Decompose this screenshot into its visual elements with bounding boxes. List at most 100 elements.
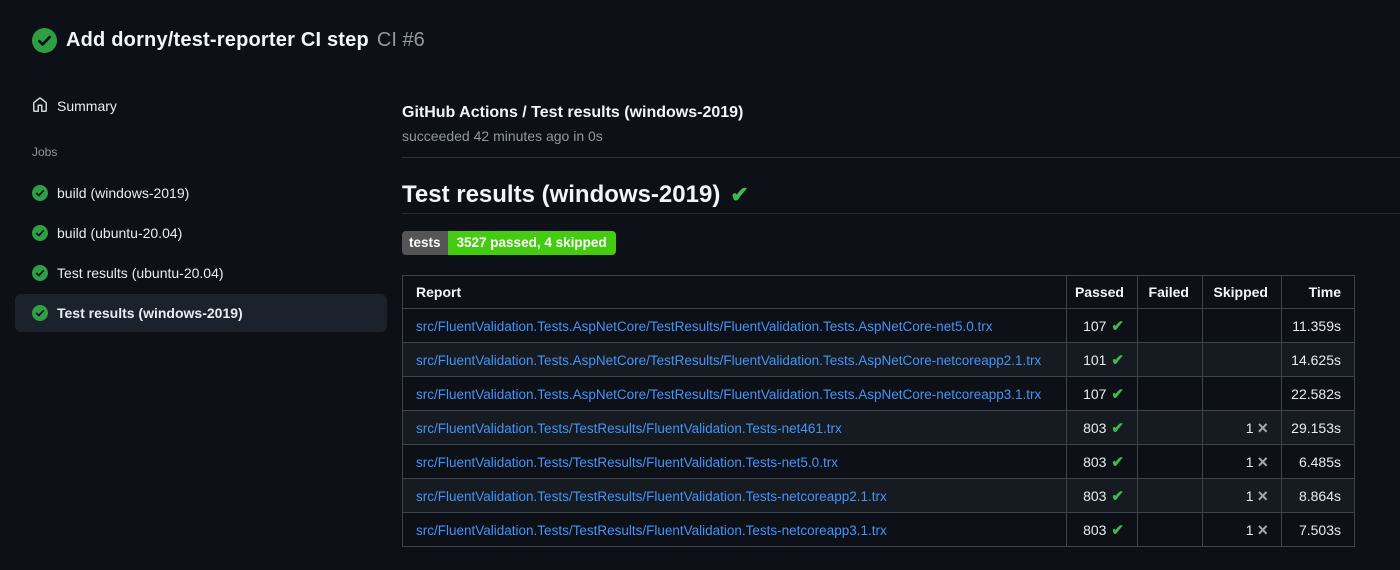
jobs-list: build (windows-2019) build (ubuntu-20.04…: [0, 174, 402, 332]
sidebar-item-job-1[interactable]: build (ubuntu-20.04): [15, 214, 387, 252]
main-content: GitHub Actions / Test results (windows-2…: [402, 84, 1400, 547]
jobs-section-label: Jobs: [32, 145, 58, 159]
table-row: src/FluentValidation.Tests/TestResults/F…: [402, 512, 1355, 547]
badge-label: tests: [402, 231, 448, 255]
failed-cell: [1137, 444, 1203, 479]
x-icon: ×: [1257, 417, 1268, 438]
home-icon: [33, 96, 47, 112]
time-cell: 8.864s: [1281, 478, 1355, 513]
run-header: Add dorny/test-reporter CI step CI #6: [0, 0, 1400, 84]
passed-cell: 101 ✔: [1066, 342, 1138, 377]
check-circle-icon: [32, 185, 48, 201]
check-icon: ✔: [1111, 521, 1124, 539]
report-cell: src/FluentValidation.Tests/TestResults/F…: [402, 478, 1067, 513]
passed-cell: 107 ✔: [1066, 376, 1138, 411]
skipped-cell: 1 ×: [1202, 410, 1282, 445]
report-cell: src/FluentValidation.Tests/TestResults/F…: [402, 410, 1067, 445]
summary-label: Summary: [57, 98, 117, 114]
skipped-cell: 1 ×: [1202, 478, 1282, 513]
check-circle-icon: [32, 225, 48, 241]
time-cell: 14.625s: [1281, 342, 1355, 377]
home-icon: [32, 96, 48, 116]
results-table: Report Passed Failed Skipped Time src/Fl…: [402, 275, 1355, 547]
time-cell: 7.503s: [1281, 512, 1355, 547]
sidebar: Summary Jobs build (windows-2019) build …: [0, 84, 402, 334]
check-icon: ✔: [1111, 487, 1124, 505]
report-link[interactable]: src/FluentValidation.Tests.AspNetCore/Te…: [416, 353, 1041, 368]
time-cell: 6.485s: [1281, 444, 1355, 479]
failed-cell: [1137, 342, 1203, 377]
check-icon: ✔: [730, 182, 749, 207]
skipped-cell: [1202, 308, 1282, 343]
report-cell: src/FluentValidation.Tests.AspNetCore/Te…: [402, 342, 1067, 377]
sidebar-item-job-3[interactable]: Test results (windows-2019): [15, 294, 387, 332]
skipped-cell: [1202, 376, 1282, 411]
sidebar-item-job-2[interactable]: Test results (ubuntu-20.04): [15, 254, 387, 292]
skipped-cell: [1202, 342, 1282, 377]
badge-value: 3527 passed, 4 skipped: [447, 231, 616, 255]
table-row: src/FluentValidation.Tests.AspNetCore/Te…: [402, 342, 1355, 377]
failed-cell: [1137, 308, 1203, 343]
check-circle-icon: [32, 305, 48, 321]
report-link[interactable]: src/FluentValidation.Tests/TestResults/F…: [416, 523, 887, 538]
report-link[interactable]: src/FluentValidation.Tests/TestResults/F…: [416, 489, 887, 504]
table-row: src/FluentValidation.Tests.AspNetCore/Te…: [402, 376, 1355, 411]
check-circle-icon: [32, 28, 57, 53]
passed-cell: 803 ✔: [1066, 410, 1138, 445]
report-cell: src/FluentValidation.Tests.AspNetCore/Te…: [402, 376, 1067, 411]
passed-cell: 803 ✔: [1066, 512, 1138, 547]
failed-cell: [1137, 512, 1203, 547]
skipped-cell: 1 ×: [1202, 512, 1282, 547]
run-title: Add dorny/test-reporter CI step: [66, 29, 369, 51]
report-cell: src/FluentValidation.Tests.AspNetCore/Te…: [402, 308, 1067, 343]
time-cell: 22.582s: [1281, 376, 1355, 411]
job-status-line: succeeded 42 minutes ago in 0s: [402, 128, 603, 144]
sidebar-item-summary[interactable]: Summary: [0, 94, 402, 118]
table-row: src/FluentValidation.Tests.AspNetCore/Te…: [402, 308, 1355, 343]
col-header-skipped: Skipped: [1202, 275, 1282, 309]
job-label: Test results (windows-2019): [57, 305, 243, 321]
section-heading-text: Test results (windows-2019): [402, 181, 721, 208]
check-icon: ✔: [1111, 419, 1124, 437]
passed-cell: 803 ✔: [1066, 478, 1138, 513]
section-heading: Test results (windows-2019) ✔: [402, 180, 1400, 214]
failed-cell: [1137, 410, 1203, 445]
passed-cell: 803 ✔: [1066, 444, 1138, 479]
job-label: build (windows-2019): [57, 185, 190, 201]
sidebar-item-job-0[interactable]: build (windows-2019): [15, 174, 387, 212]
check-icon: ✔: [1111, 317, 1124, 335]
x-icon: ×: [1257, 451, 1268, 472]
run-number: CI #6: [376, 29, 425, 51]
x-icon: ×: [1257, 485, 1268, 506]
check-circle-icon: [32, 28, 57, 53]
failed-cell: [1137, 376, 1203, 411]
check-icon: ✔: [1111, 351, 1124, 369]
report-cell: src/FluentValidation.Tests/TestResults/F…: [402, 512, 1067, 547]
x-icon: ×: [1257, 519, 1268, 540]
report-link[interactable]: src/FluentValidation.Tests.AspNetCore/Te…: [416, 319, 993, 334]
check-icon: ✔: [1111, 453, 1124, 471]
report-link[interactable]: src/FluentValidation.Tests/TestResults/F…: [416, 455, 838, 470]
col-header-passed: Passed: [1066, 275, 1138, 309]
job-title: GitHub Actions / Test results (windows-2…: [402, 104, 744, 121]
table-header-row: Report Passed Failed Skipped Time: [402, 275, 1355, 309]
failed-cell: [1137, 478, 1203, 513]
report-link[interactable]: src/FluentValidation.Tests.AspNetCore/Te…: [416, 387, 1041, 402]
job-label: build (ubuntu-20.04): [57, 225, 183, 241]
table-row: src/FluentValidation.Tests/TestResults/F…: [402, 410, 1355, 445]
job-label: Test results (ubuntu-20.04): [57, 265, 224, 281]
results-table-body: src/FluentValidation.Tests.AspNetCore/Te…: [402, 308, 1355, 547]
report-link[interactable]: src/FluentValidation.Tests/TestResults/F…: [416, 421, 842, 436]
time-cell: 11.359s: [1281, 308, 1355, 343]
col-header-failed: Failed: [1137, 275, 1203, 309]
passed-cell: 107 ✔: [1066, 308, 1138, 343]
check-icon: ✔: [1111, 385, 1124, 403]
divider: [402, 157, 1400, 158]
col-header-time: Time: [1281, 275, 1355, 309]
table-row: src/FluentValidation.Tests/TestResults/F…: [402, 444, 1355, 479]
report-cell: src/FluentValidation.Tests/TestResults/F…: [402, 444, 1067, 479]
tests-badge: tests 3527 passed, 4 skipped: [402, 231, 616, 255]
time-cell: 29.153s: [1281, 410, 1355, 445]
col-header-report: Report: [402, 275, 1067, 309]
check-circle-icon: [32, 265, 48, 281]
